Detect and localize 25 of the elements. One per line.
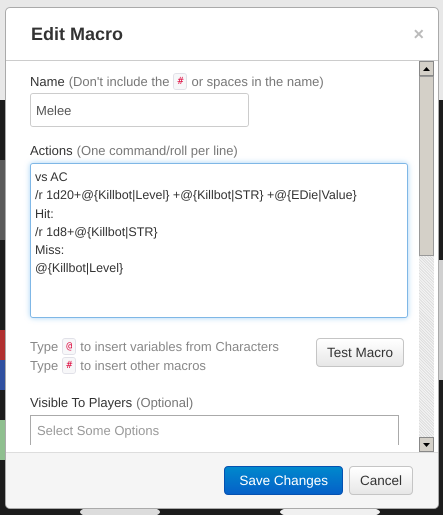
scroll-up-icon[interactable] bbox=[419, 61, 434, 76]
test-macro-button[interactable]: Test Macro bbox=[316, 338, 404, 367]
tip-text: Type bbox=[30, 358, 58, 372]
field-hint: (One command/roll per line) bbox=[76, 142, 238, 158]
symbol-code: # bbox=[62, 356, 76, 374]
tip-text: Type bbox=[30, 338, 58, 354]
hash-code: # bbox=[173, 72, 188, 90]
scroll-down-icon[interactable] bbox=[419, 437, 434, 452]
field-label: Actions bbox=[30, 142, 73, 158]
dialog-title: Edit Macro bbox=[31, 24, 124, 44]
tip-text: to insert variables from Characters bbox=[80, 338, 279, 354]
field-label: Visible To Players bbox=[30, 394, 132, 410]
name-input[interactable]: Melee bbox=[30, 93, 249, 127]
actions-textarea[interactable]: vs AC /r 1d20+@{Killbot|Level} +@{Killbot|STR} +@{EDie|Value} Hit: /r 1d8+@{Killbot|STR} Miss: @{Killbot|Level} bbox=[30, 163, 408, 318]
select-field[interactable]: Select Some Options bbox=[30, 415, 399, 445]
save-button[interactable]: Save Changes bbox=[224, 466, 343, 495]
symbol-code: @ bbox=[62, 338, 76, 354]
field-hint: (Optional) bbox=[136, 394, 194, 410]
scrollbar[interactable] bbox=[419, 61, 434, 452]
field-hint: (Don't include the bbox=[68, 74, 170, 88]
field-hint: or spaces in the name) bbox=[191, 74, 324, 88]
field-label: Name bbox=[30, 74, 65, 88]
tip-text: to insert other macros bbox=[80, 358, 206, 372]
scroll-thumb[interactable] bbox=[419, 76, 434, 256]
cancel-button[interactable]: Cancel bbox=[348, 466, 413, 495]
